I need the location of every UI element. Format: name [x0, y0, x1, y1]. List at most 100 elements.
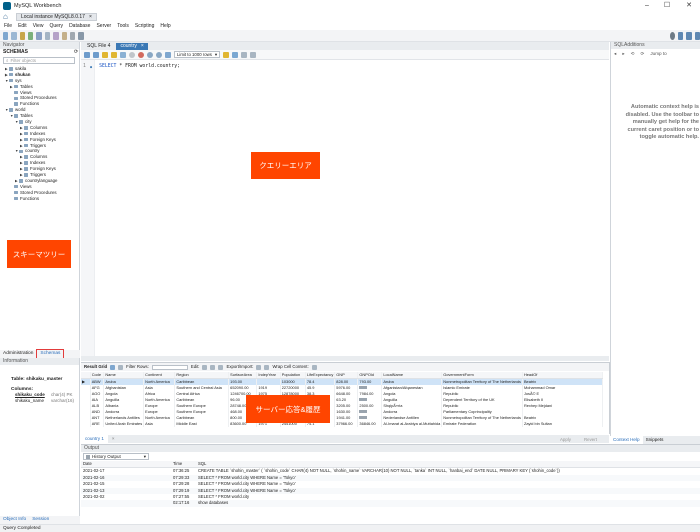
close-result-tab-icon[interactable]: × — [108, 435, 119, 443]
result-cell[interactable]: Zayid bin Sultan — [522, 421, 603, 427]
tree-expander-icon[interactable]: ▼ — [15, 149, 18, 155]
back-icon[interactable]: ◂ — [614, 51, 616, 57]
tab-country[interactable]: country × — [116, 42, 148, 50]
menu-help[interactable]: Help — [160, 22, 170, 30]
history-row[interactable]: 2021-02-17 07:36:25 CREATE TABLE `shohin_m… — [81, 468, 700, 475]
filter-icon[interactable] — [118, 364, 124, 370]
folder-icon — [14, 90, 18, 95]
history-row[interactable]: 02:17:16 show databases — [81, 500, 700, 507]
create-schema-icon[interactable] — [28, 31, 34, 40]
open-inspector-icon[interactable] — [19, 31, 26, 40]
home-icon[interactable]: ⌂ — [3, 13, 12, 21]
toggle-sqladditions-icon[interactable] — [694, 31, 700, 40]
wrap-cell-icon[interactable] — [311, 364, 317, 370]
tab-object-info[interactable]: Object Info — [0, 516, 29, 524]
rollback-icon[interactable] — [156, 51, 162, 58]
delete-row-icon[interactable] — [218, 364, 224, 370]
wrap-lines-icon[interactable] — [250, 51, 257, 58]
tree-expander-icon[interactable]: ▼ — [10, 114, 13, 120]
forward-icon[interactable]: ▸ — [622, 51, 624, 57]
folder-icon — [24, 167, 28, 171]
autocommit-icon[interactable] — [165, 51, 171, 58]
maximize-button[interactable]: ☐ — [660, 1, 674, 11]
menu-server[interactable]: Server — [96, 22, 111, 30]
manual-help-icon[interactable]: ⟳ — [640, 51, 644, 57]
output-type-select[interactable]: History Output ▾ — [83, 453, 149, 460]
filter-objects-input[interactable]: ⌕ Filter objects — [3, 57, 75, 64]
minimize-button[interactable]: – — [640, 1, 654, 11]
tree-item-label: Foreign Keys — [30, 136, 56, 142]
add-row-icon[interactable] — [210, 364, 216, 370]
preferences-gear-icon[interactable] — [669, 31, 675, 40]
result-cell[interactable]: Al-Imarat al-Arabiya al-Muttahida — [381, 421, 443, 427]
revert-button[interactable]: Revert — [578, 435, 602, 443]
menu-database[interactable]: Database — [69, 22, 90, 30]
apply-button[interactable]: Apply — [555, 435, 576, 443]
result-cell[interactable]: Emirate Federation — [441, 421, 523, 427]
result-cell[interactable]: Asia — [143, 421, 176, 427]
tab-snippets[interactable]: Snippets — [643, 436, 667, 444]
create-table-icon[interactable] — [36, 31, 42, 40]
open-sql-file-icon[interactable] — [11, 31, 17, 40]
result-cell[interactable]: 37966.00 — [334, 421, 359, 427]
tab-sql-file-4[interactable]: SQL File 4 — [83, 43, 114, 50]
result-cell[interactable]: ARE — [90, 421, 105, 427]
tab-administration[interactable]: Administration — [0, 350, 36, 358]
toggle-output-icon[interactable] — [686, 31, 692, 40]
toggle-sidebar-icon[interactable] — [677, 31, 684, 40]
limit-rows-select[interactable]: Limit to 1000 rows ▾ — [174, 51, 221, 58]
result-row[interactable]: ARE United Arab Emirates Asia Middle East 83… — [81, 421, 603, 427]
schema-tree-item[interactable]: Functions — [0, 196, 79, 202]
tree-expander-icon[interactable]: ▼ — [5, 108, 8, 114]
filter-rows-input[interactable] — [151, 364, 188, 370]
result-column-header[interactable]: LifeExpectancy — [305, 372, 336, 379]
close-tab-icon[interactable]: × — [89, 13, 92, 21]
menu-query[interactable]: Query — [49, 22, 63, 30]
result-cell[interactable]: 36846.00 — [357, 421, 383, 427]
execute-current-icon[interactable] — [111, 51, 117, 58]
new-sql-tab-icon[interactable] — [3, 31, 9, 40]
result-cell[interactable]: Middle East — [174, 421, 230, 427]
save-icon[interactable] — [93, 51, 99, 58]
find-icon[interactable] — [232, 51, 239, 58]
import-icon[interactable] — [264, 364, 270, 370]
editor-scrollbar[interactable] — [81, 356, 609, 361]
create-view-icon[interactable] — [44, 31, 51, 40]
open-file-icon[interactable] — [84, 51, 90, 58]
connection-tab[interactable]: Local instance MySQL8.0.17 × — [16, 13, 97, 21]
commit-icon[interactable] — [147, 51, 153, 58]
create-procedure-icon[interactable] — [53, 31, 59, 40]
refresh-schemas-icon[interactable]: ⟳ — [74, 49, 78, 56]
row-marker[interactable] — [81, 421, 91, 427]
tab-session[interactable]: Session — [29, 516, 52, 524]
search-table-data-icon[interactable] — [69, 31, 76, 40]
menu-file[interactable]: File — [4, 22, 12, 30]
query-editor[interactable]: 1 ● SELECT * FROM world.country; — [81, 60, 609, 356]
sql-text: * FROM world.country; — [119, 64, 180, 69]
auto-help-icon[interactable]: ⟲ — [631, 51, 635, 57]
explain-icon[interactable] — [120, 51, 126, 58]
tree-expander-icon[interactable]: ▼ — [15, 120, 18, 126]
menu-scripting[interactable]: Scripting — [135, 22, 154, 30]
jump-to-label[interactable]: Jump to — [650, 51, 666, 56]
stop-icon[interactable] — [129, 51, 135, 58]
close-window-button[interactable]: ✕ — [682, 1, 696, 11]
invisible-chars-icon[interactable] — [241, 51, 248, 58]
menu-view[interactable]: View — [33, 22, 44, 30]
create-function-icon[interactable] — [61, 31, 67, 40]
beautify-icon[interactable] — [223, 51, 230, 58]
stop-on-error-icon[interactable] — [138, 51, 144, 58]
export-icon[interactable] — [256, 364, 262, 370]
tree-expander-icon[interactable]: ▼ — [5, 79, 8, 85]
reconnect-icon[interactable] — [78, 31, 84, 40]
close-tab-icon[interactable]: × — [141, 43, 144, 50]
menu-edit[interactable]: Edit — [18, 22, 27, 30]
result-cell[interactable]: United Arab Emirates — [103, 421, 145, 427]
sql-additions-header: SQLAdditions — [611, 42, 700, 49]
execute-icon[interactable] — [102, 51, 108, 58]
grid-view-icon[interactable] — [110, 364, 116, 370]
menu-tools[interactable]: Tools — [117, 22, 129, 30]
edit-row-icon[interactable] — [202, 364, 208, 370]
result-tab-country-1[interactable]: country 1 — [81, 435, 108, 443]
tab-context-help[interactable]: Context Help — [610, 436, 643, 444]
